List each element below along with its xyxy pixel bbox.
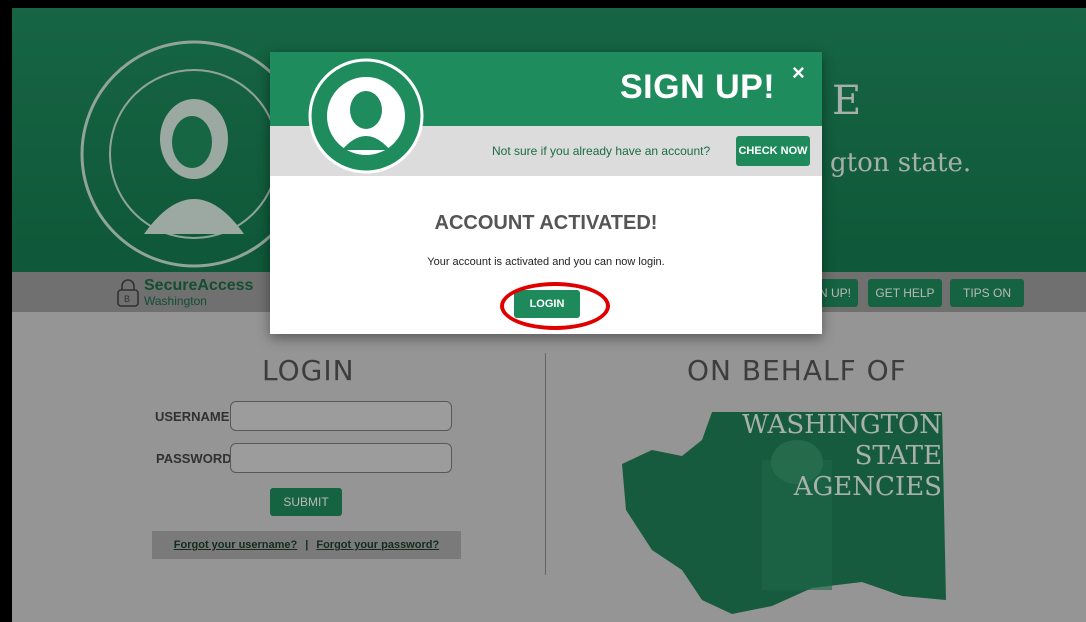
check-now-button[interactable]: CHECK NOW — [736, 136, 810, 166]
close-icon[interactable]: × — [792, 60, 805, 86]
account-activated-message: Your account is activated and you can no… — [427, 256, 665, 268]
browser-viewport: E gton state. B SecureAccess Washington … — [12, 8, 1086, 622]
modal-title: SIGN UP! — [620, 68, 776, 106]
account-activated-heading: ACCOUNT ACTIVATED! — [434, 212, 658, 234]
annotation-highlight-circle — [500, 282, 610, 330]
state-seal-icon — [308, 58, 424, 174]
account-question-text: Not sure if you already have an account? — [492, 144, 711, 158]
